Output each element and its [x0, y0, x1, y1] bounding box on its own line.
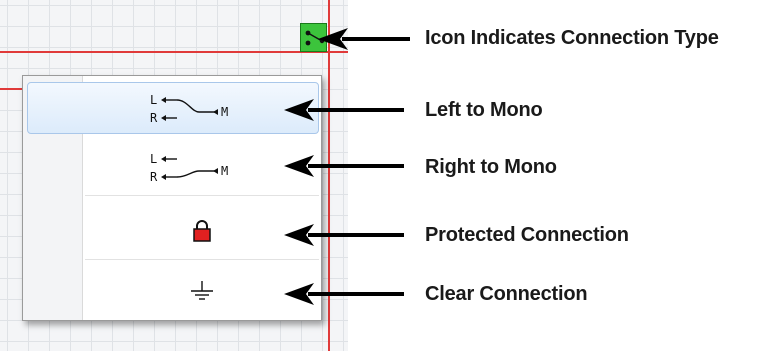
svg-text:R: R [150, 111, 158, 125]
callout-label-clear: Clear Connection [425, 283, 588, 305]
svg-text:M: M [221, 164, 228, 178]
callout-label-protected: Protected Connection [425, 224, 629, 246]
svg-text:L: L [150, 93, 157, 107]
callout-arrow-protected [284, 224, 404, 246]
callout-label-indicator: Icon Indicates Connection Type [425, 27, 719, 49]
svg-text:M: M [221, 105, 228, 119]
callout-arrow-right-to-mono [284, 155, 404, 177]
svg-text:R: R [150, 170, 158, 184]
menu-item-left-to-mono[interactable]: L R M [27, 82, 319, 134]
grid-horizontal-red-line-2 [0, 88, 24, 90]
callout-label-left-to-mono: Left to Mono [425, 99, 543, 121]
connection-type-menu: L R M L R M [22, 75, 322, 321]
ground-icon [191, 281, 213, 300]
lock-icon [193, 219, 211, 242]
svg-text:L: L [150, 152, 157, 166]
grid-horizontal-red-line [0, 51, 348, 53]
right-to-mono-icon: L R M [150, 152, 228, 184]
callout-arrow-clear [284, 283, 404, 305]
callout-arrow-indicator [318, 28, 410, 50]
callout-label-right-to-mono: Right to Mono [425, 156, 557, 178]
left-to-mono-icon: L R M [150, 93, 228, 125]
callout-arrow-left-to-mono [284, 99, 404, 121]
